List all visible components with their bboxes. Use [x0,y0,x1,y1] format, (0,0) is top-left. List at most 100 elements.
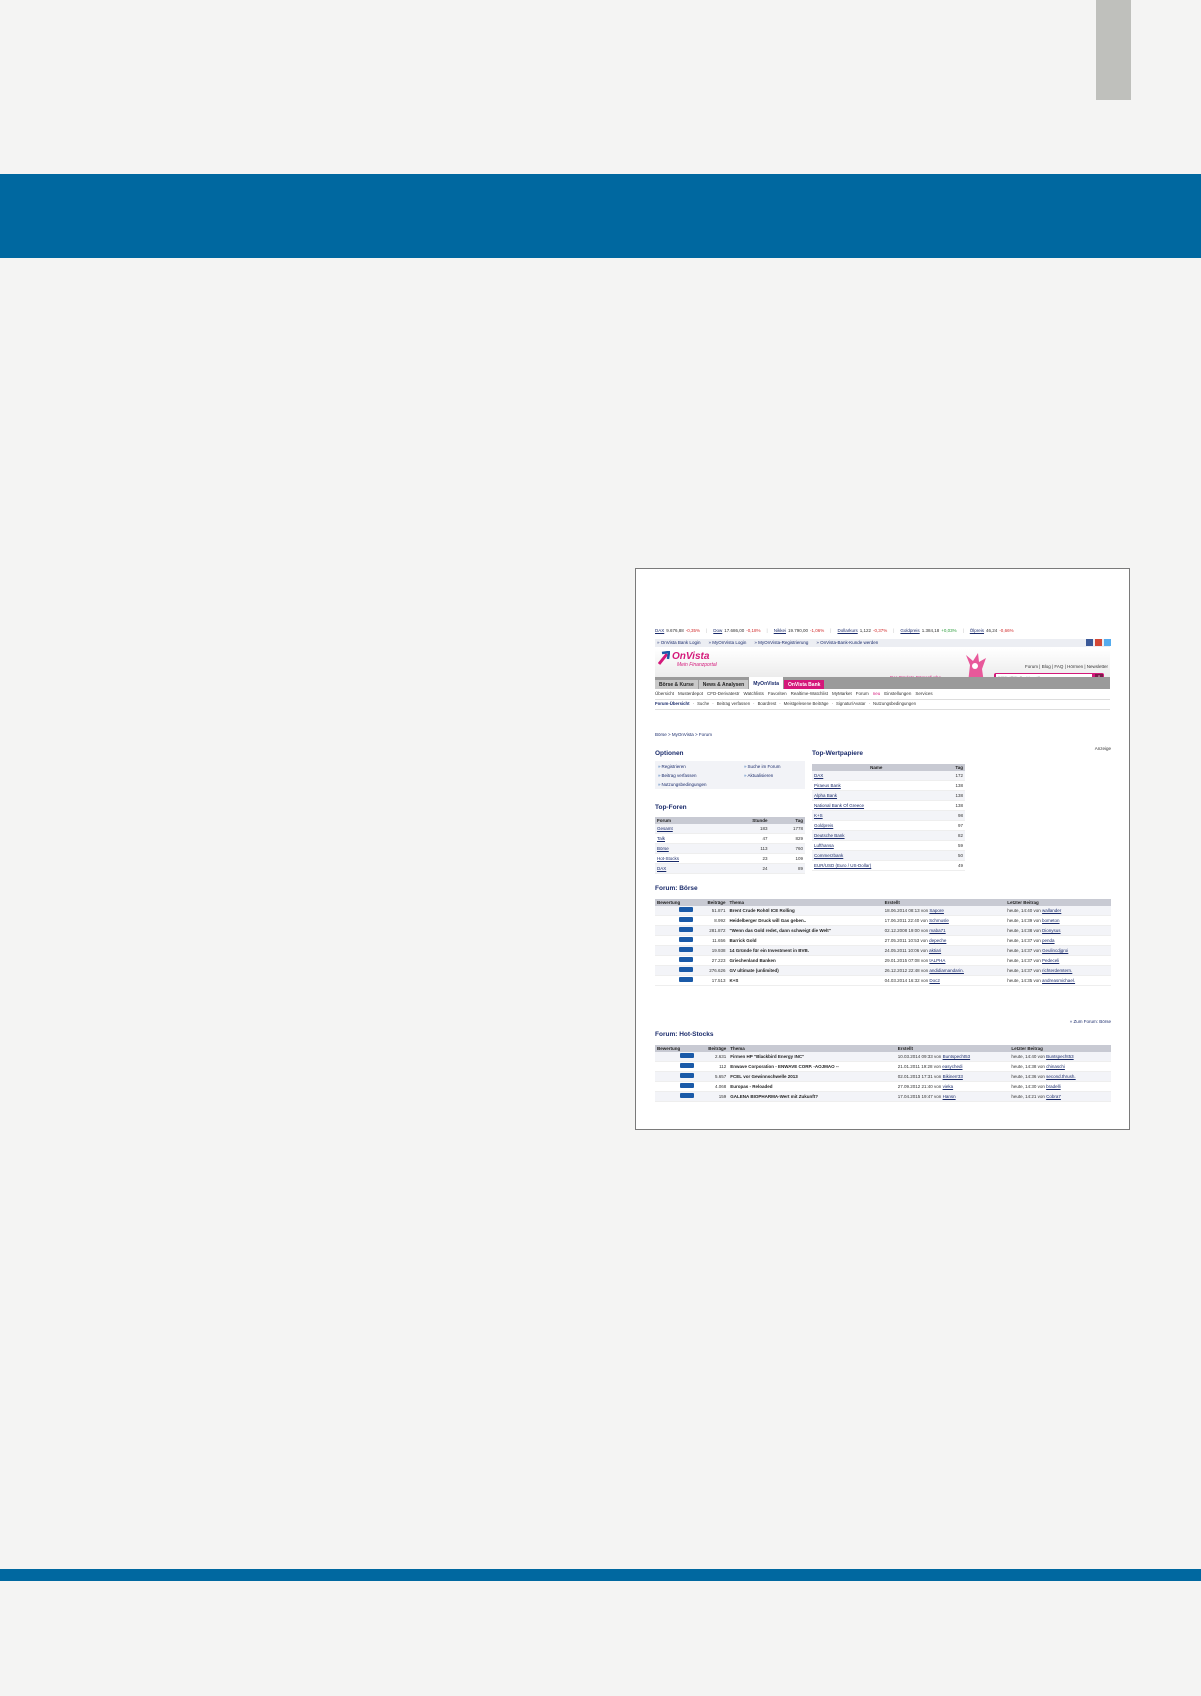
author-link[interactable]: maba71 [929,928,945,933]
security-name-cell[interactable]: Goldpreis [812,820,941,831]
utility-links[interactable]: Forum | Blog | FAQ | Hörmen | Newsletter [1025,664,1108,669]
security-name-cell[interactable]: Piraeus Bank [812,780,941,791]
rating-icon[interactable] [679,937,694,943]
author-link[interactable]: easychedi [942,1064,962,1069]
author-link[interactable]: Sapore [929,908,944,913]
author-link[interactable]: tALPHA [929,958,945,963]
table-row[interactable]: EUR/USD (Euro / US-Dollar) 49 [812,860,965,871]
sub-nav-item[interactable]: Services [915,691,932,699]
thread-title-cell[interactable]: Brent Crude Rohöl ICE Rolling [727,906,883,916]
table-row[interactable]: National Bank Of Greece 138 [812,800,965,811]
table-row[interactable]: Gesamt 183 1778 [655,824,805,834]
thread-title-cell[interactable]: K+S [727,975,883,986]
zum-forum-boerse-link[interactable]: » Zum Forum: Börse [1070,1019,1111,1024]
author-link[interactable]: Doc2 [929,978,940,983]
thread-row[interactable]: 11.656 Barrick Gold 27.05.2011 10:53 von d… [655,935,1111,946]
thread-row[interactable]: 4.068 Europas - Reloaded 27.09.2012 21:40 … [655,1081,1111,1092]
thread-title-cell[interactable]: Europas - Reloaded [728,1081,896,1092]
forum-link[interactable]: Hot-Stocks [657,856,679,861]
last-author-link[interactable]: bometon [1042,918,1060,923]
author-link[interactable]: andidiamandarin. [929,968,964,973]
sub-nav-item[interactable]: Übersicht [655,691,674,699]
last-author-link[interactable]: penda [1042,938,1055,943]
author-link[interactable]: Schmusle [929,918,949,923]
option-refresh[interactable]: Aktualisieren [744,773,774,778]
rating-icon[interactable] [679,907,694,913]
security-name-cell[interactable]: Commerzbank [812,850,941,861]
security-link[interactable]: EUR/USD (Euro / US-Dollar) [814,863,871,868]
table-row[interactable]: Börse 113 760 [655,843,805,854]
thread-row[interactable]: 17.513 K+S 04.03.2014 16:32 von Doc2 heute,… [655,975,1111,986]
sub-nav-item[interactable]: Favoriten [768,691,787,699]
thread-title-cell[interactable]: GV ultimate (unlimited) [727,965,883,976]
security-name-cell[interactable]: DAX [812,771,941,781]
thread-row[interactable]: 276.626 GV ultimate (unlimited) 26.12.2012… [655,965,1111,976]
ticker-name[interactable]: Dow [713,628,722,636]
author-link[interactable]: Buntspecht53 [943,1054,971,1059]
sub-nav-item[interactable]: Musterdepot [678,691,703,699]
author-link[interactable]: aktiari [929,948,941,953]
sub-nav-item[interactable]: CFD-Derivatestr [707,691,740,699]
ticker-name[interactable]: Goldpreis [900,628,919,636]
forum-name-cell[interactable]: Börse [655,843,721,854]
security-link[interactable]: Deutsche Bank [814,833,845,838]
last-author-link[interactable]: Dionysus [1042,928,1061,933]
sub-nav-item[interactable]: Watchlists [744,691,764,699]
last-author-link[interactable]: andreasmichael. [1042,978,1075,983]
table-row[interactable]: Lufthansa 59 [812,840,965,851]
forum-link[interactable]: Gesamt [657,826,673,831]
security-link[interactable]: DAX [814,773,823,778]
thread-row[interactable]: 281.872 "Wenn das Gold redet, dann schwei… [655,925,1111,936]
forum-name-cell[interactable]: Hot-Stocks [655,853,721,864]
thread-title-cell[interactable]: Firmen HP "Blackbird Energy INC" [728,1052,896,1062]
top-link[interactable]: » MyOnVista-Registrierung [754,640,808,645]
security-name-cell[interactable]: EUR/USD (Euro / US-Dollar) [812,860,941,871]
thread-row[interactable]: 112 Enwave Corporation - ENWAVE CORP. -AO… [655,1061,1111,1072]
table-row[interactable]: Piraeus Bank 138 [812,780,965,791]
table-row[interactable]: DAX 172 [812,771,965,781]
facebook-icon[interactable] [1086,639,1093,646]
table-row[interactable]: Commerzbank 50 [812,850,965,861]
table-row[interactable]: DAX 24 89 [655,863,805,874]
author-link[interactable]: vieka [943,1084,954,1089]
ticker-name[interactable]: Nikkei [774,628,786,636]
last-author-link[interactable]: bradelli [1046,1084,1061,1089]
table-row[interactable]: Goldpreis 97 [812,820,965,831]
top-link[interactable]: » OnVista Bank Login [657,640,700,645]
last-author-link[interactable]: chinaschi [1046,1064,1065,1069]
security-link[interactable]: National Bank Of Greece [814,803,864,808]
thread-title-cell[interactable]: Heidelberger Druck will Gas geben.. [727,915,883,926]
rating-icon[interactable] [679,1093,694,1099]
sub-nav-item[interactable]: MyMarket [832,691,852,699]
thread-row[interactable]: 159 GALENA BIOPHARMA-Wert mit Zukunft? 17.… [655,1091,1111,1102]
top-link[interactable]: » MyOnVista Login [708,640,746,645]
main-tab[interactable]: MyOnVista [749,677,783,689]
rating-icon[interactable] [679,977,694,983]
rating-icon[interactable] [679,967,694,973]
forum-link[interactable]: Talk [657,836,665,841]
forum-nav-item[interactable]: Beitrag verfassen [717,701,750,709]
author-link[interactable]: Bikinerr33 [943,1074,963,1079]
last-author-link[interactable]: Cobra7 [1046,1094,1061,1099]
thread-title-cell[interactable]: FCEL vor Gewinnschwelle 2013 [728,1071,896,1082]
forum-link[interactable]: Börse [657,846,669,851]
last-author-link[interactable]: richterdemtern. [1042,968,1072,973]
breadcrumb[interactable]: Börse > MyOnVista > Forum [655,732,712,737]
rating-icon[interactable] [679,957,694,963]
security-link[interactable]: K+S [814,813,823,818]
main-tab[interactable]: News & Analysen [698,680,749,689]
security-name-cell[interactable]: Deutsche Bank [812,830,941,841]
thread-row[interactable]: 5.657 FCEL vor Gewinnschwelle 2013 02.01.2… [655,1071,1111,1082]
thread-title-cell[interactable]: Enwave Corporation - ENWAVE CORP. -AOJMA… [728,1061,896,1072]
thread-title-cell[interactable]: Griechenland Banken [727,955,883,966]
forum-nav-item[interactable]: Boardrest [758,701,777,709]
last-author-link[interactable]: wallander [1042,908,1061,913]
option-register[interactable]: Registrieren [658,764,686,769]
forum-nav-item[interactable]: Suche [697,701,709,709]
last-author-link[interactable]: Geulincdjgroi [1042,948,1068,953]
rating-icon[interactable] [679,1053,694,1059]
thread-title-cell[interactable]: Barrick Gold [727,935,883,946]
security-link[interactable]: Lufthansa [814,843,834,848]
option-terms[interactable]: Nutzungsbedingungen [658,782,707,787]
author-link[interactable]: depeche [929,938,946,943]
